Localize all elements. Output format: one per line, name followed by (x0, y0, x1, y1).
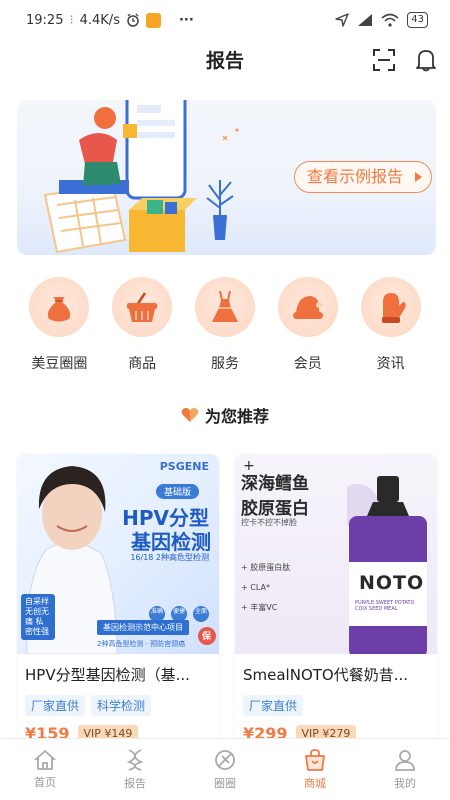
heart-icon (181, 408, 199, 422)
tab-label: 圈圈 (214, 777, 236, 790)
product-image: PSGENE 基础版 HPV分型 基因检测 16/18 2种高危型检测 自采样 … (17, 454, 219, 654)
category-label: 服务 (210, 356, 239, 372)
feature-stamp: 自采样 无创无痛 私密性强 (21, 594, 55, 640)
status-bar: 19:25 ⁝ 4.4K/s ··· 43 (0, 0, 450, 40)
product-tag: 厂家直供 (243, 695, 304, 716)
category-meidou-circle[interactable]: 美豆圈圈 (23, 277, 95, 382)
chevron-right-icon (415, 172, 423, 182)
category-services[interactable]: 服务 (189, 277, 261, 382)
ingredient-item: + CLA* (241, 583, 270, 592)
page-title: 报告 (205, 49, 244, 72)
tab-mine[interactable]: 我的 (360, 739, 450, 800)
tab-circle[interactable]: 圈圈 (180, 739, 270, 800)
category-label: 会员 (293, 356, 322, 372)
category-label: 商品 (128, 356, 157, 372)
product-name: SmealNOTO代餐奶昔... (243, 666, 409, 684)
seal-mark: 保 (202, 632, 212, 642)
ingredient-item: + 胶原蛋白肽 (241, 563, 291, 572)
product-image: + 深海鳕鱼 胶原蛋白 控卡不控不掉脸 + 胶原蛋白肽 + CLA* + 丰富V… (235, 454, 437, 654)
category-label: 资讯 (376, 356, 405, 372)
flavor-text: PURPLE SWEET POTATO COIX SEED MEAL (355, 600, 415, 612)
dress-icon (194, 277, 255, 337)
bottle-illustration (347, 476, 427, 654)
product-image-title-2: 基因检测 (131, 530, 211, 554)
status-net-speed: 4.4K/s (79, 12, 120, 28)
user-icon (395, 750, 415, 771)
bag-icon (29, 277, 90, 337)
recommend-heading: 为您推荐 (0, 402, 450, 428)
tab-label: 首页 (34, 776, 56, 789)
product-image-subtitle: 控卡不控不掉脸 (241, 518, 297, 527)
status-more-dots: ··· (178, 12, 194, 28)
product-tag: 科学检测 (91, 695, 152, 716)
battery-indicator: 43 (407, 12, 428, 28)
product-tags: 厂家直供 (235, 685, 437, 716)
ingredient-list: + 胶原蛋白肽 + CLA* + 丰富VC (241, 558, 290, 618)
category-membership[interactable]: 会员 (272, 277, 344, 382)
feature-1: 准确 (151, 608, 164, 615)
tab-label: 我的 (394, 777, 416, 790)
product-card[interactable]: PSGENE 基础版 HPV分型 基因检测 16/18 2种高危型检测 自采样 … (17, 454, 219, 754)
notification-button[interactable] (410, 44, 442, 76)
view-sample-report-label: 查看示例报告 (307, 167, 404, 186)
recommend-title: 为您推荐 (204, 407, 269, 426)
category-grid: 美豆圈圈 商品 服务 会员 资讯 (0, 277, 450, 382)
banner-illustration (43, 100, 239, 254)
report-icon (126, 749, 144, 771)
mitten-icon (360, 277, 421, 337)
feature-3: 全面 (195, 608, 208, 615)
status-separator: ⁝ (69, 12, 74, 28)
location-arrow-icon (335, 13, 349, 27)
product-image-title-2: 胶原蛋白 (241, 499, 309, 519)
hat-icon (277, 277, 338, 337)
tab-label: 商城 (304, 777, 326, 790)
signal-icon (357, 13, 373, 27)
tab-label: 报告 (124, 777, 146, 790)
tab-shop[interactable]: 商城 (270, 739, 360, 800)
bottom-tab-bar: 首页 报告 圈圈 商城 我的 (0, 738, 450, 800)
scan-button[interactable] (368, 44, 400, 76)
report-banner[interactable]: 查看示例报告 (17, 100, 436, 255)
wifi-icon (381, 13, 399, 27)
status-left: 19:25 ⁝ 4.4K/s ··· (26, 12, 194, 28)
view-sample-report-button[interactable]: 查看示例报告 (294, 161, 433, 193)
edition-badge: 基础版 (155, 484, 199, 499)
basket-icon (112, 277, 173, 337)
bell-icon (416, 50, 436, 72)
category-goods[interactable]: 商品 (106, 277, 178, 382)
app-notification-icon (145, 12, 161, 28)
alarm-icon (126, 13, 140, 27)
center-label: 基因检测示范中心项目 (97, 620, 189, 635)
category-news[interactable]: 资讯 (355, 277, 427, 382)
status-right: 43 (335, 12, 428, 28)
product-card[interactable]: + 深海鳕鱼 胶原蛋白 控卡不控不掉脸 + 胶原蛋白肽 + CLA* + 丰富V… (235, 454, 437, 754)
product-tags: 厂家直供 科学检测 (17, 685, 219, 716)
product-image-title-1: 深海鳕鱼 (241, 474, 309, 494)
plus-icon: + (243, 458, 255, 474)
feature-2: 便捷 (173, 608, 186, 615)
home-icon (34, 750, 56, 770)
tab-home[interactable]: 首页 (0, 739, 90, 800)
product-name: HPV分型基因检测（基... (25, 666, 190, 684)
circle-icon (215, 750, 235, 770)
shop-icon (305, 749, 325, 771)
scan-icon (373, 49, 395, 71)
image-caption: 2种高危型检测 · 预防宫颈癌 (97, 640, 186, 648)
category-label: 美豆圈圈 (31, 356, 88, 372)
product-image-subtitle: 16/18 2种高危型检测 (130, 553, 209, 562)
brand-logo: PSGENE (159, 460, 209, 473)
header-actions (368, 44, 442, 76)
noto-logo: NOTO (359, 572, 425, 594)
product-tag: 厂家直供 (25, 695, 86, 716)
tab-report[interactable]: 报告 (90, 739, 180, 800)
ingredient-item: + 丰富VC (241, 603, 278, 612)
page-header: 报告 (0, 40, 450, 78)
status-time: 19:25 (26, 12, 64, 28)
